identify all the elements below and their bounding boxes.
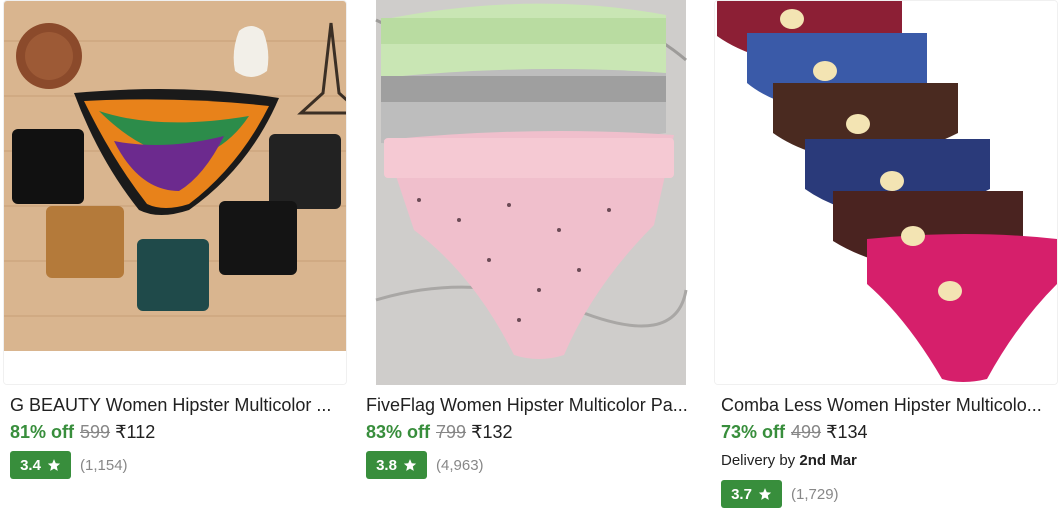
product-title[interactable]: G BEAUTY Women Hipster Multicolor ...	[10, 393, 340, 417]
product-image[interactable]	[714, 0, 1058, 385]
star-icon	[403, 459, 417, 471]
rating-row: 3.7 (1,729)	[721, 480, 839, 508]
star-icon	[47, 459, 61, 471]
rating-value: 3.7	[731, 485, 752, 503]
product-card[interactable]: G BEAUTY Women Hipster Multicolor ... 81…	[3, 0, 347, 519]
delivery-date: 2nd Mar	[799, 452, 857, 469]
delivery-prefix: Delivery by	[721, 452, 796, 469]
product-title[interactable]: Comba Less Women Hipster Multicolo...	[721, 393, 1051, 417]
rating-badge: 3.4	[10, 451, 71, 479]
discount-label: 83% off	[366, 422, 431, 442]
product-title[interactable]: FiveFlag Women Hipster Multicolor Pa...	[366, 393, 696, 417]
selling-price: ₹112	[115, 422, 156, 442]
product-card[interactable]: Comba Less Women Hipster Multicolo... 73…	[714, 0, 1058, 519]
rating-count: (1,154)	[80, 456, 128, 474]
product-card[interactable]: FiveFlag Women Hipster Multicolor Pa... …	[359, 0, 703, 519]
rating-badge: 3.8	[366, 451, 427, 479]
original-price: 599	[80, 422, 111, 442]
rating-count: (4,963)	[436, 456, 484, 474]
product-photo	[4, 1, 346, 384]
discount-label: 73% off	[721, 422, 786, 442]
original-price: 799	[436, 422, 467, 442]
rating-value: 3.4	[20, 456, 41, 474]
price-row: 81% off 599 ₹112	[10, 420, 155, 444]
price-row: 83% off 799 ₹132	[366, 420, 513, 444]
product-image[interactable]	[359, 0, 703, 385]
rating-value: 3.8	[376, 456, 397, 474]
product-photo	[359, 0, 703, 385]
rating-row: 3.8 (4,963)	[366, 451, 484, 479]
rating-row: 3.4 (1,154)	[10, 451, 128, 479]
star-icon	[758, 488, 772, 500]
rating-badge: 3.7	[721, 480, 782, 508]
delivery-info: Delivery by 2nd Mar	[721, 452, 857, 469]
selling-price: ₹134	[826, 422, 868, 442]
discount-label: 81% off	[10, 422, 75, 442]
original-price: 499	[791, 422, 822, 442]
product-image[interactable]	[3, 0, 347, 385]
product-photo	[715, 1, 1057, 384]
rating-count: (1,729)	[791, 485, 839, 503]
selling-price: ₹132	[471, 422, 513, 442]
price-row: 73% off 499 ₹134	[721, 420, 868, 444]
